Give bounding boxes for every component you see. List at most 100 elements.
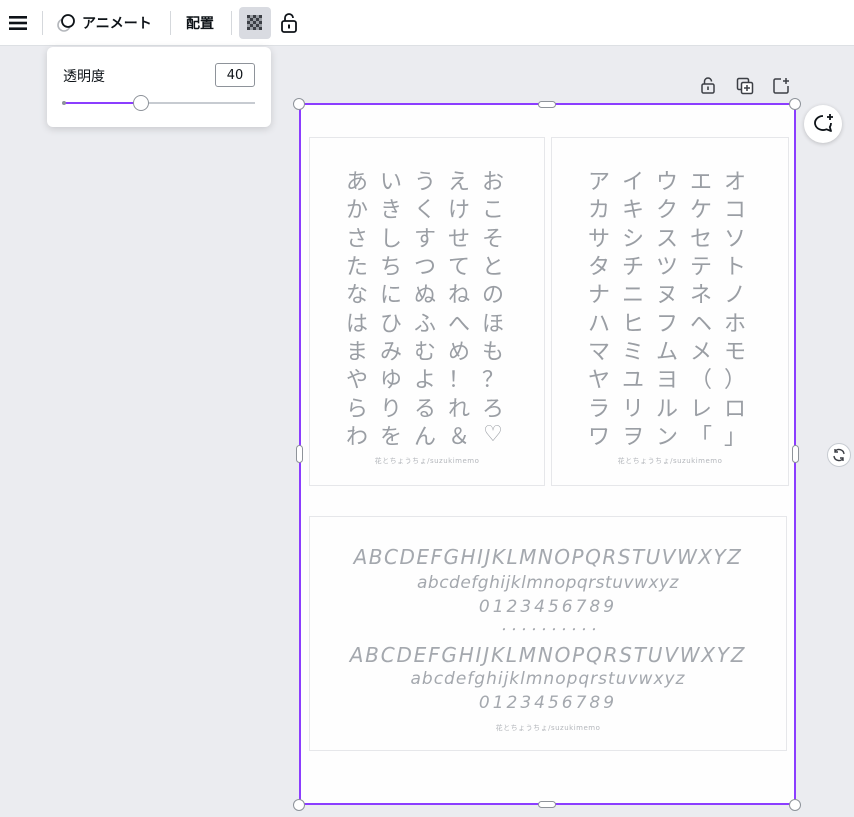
hiragana-char: れ	[447, 396, 470, 422]
design-page[interactable]: あいうえおかきくけこさしすせそたちつてとなにぬねのはひふへほまみむめもやゆよ ！ ？…	[300, 104, 795, 804]
hiragana-char: き	[379, 198, 402, 224]
add-page-button[interactable]	[769, 74, 793, 98]
hiragana-char: あ	[345, 170, 368, 196]
menu-button[interactable]	[8, 0, 28, 46]
hiragana-char: む	[413, 339, 436, 365]
katakana-char: ヘ	[689, 311, 712, 337]
lowercase-line: abcdefghijklmnopqrstuvwxyz	[417, 573, 679, 593]
katakana-char: ニ	[621, 283, 644, 309]
add-page-icon	[773, 78, 789, 94]
uppercase-line-2: ABCDEFGHIJKLMNOPQRSTUVWXYZ	[349, 643, 747, 667]
resize-handle-right[interactable]	[792, 445, 799, 463]
katakana-char: ナ	[587, 283, 610, 309]
katakana-char: タ	[587, 255, 610, 281]
hiragana-char: ♡	[483, 422, 503, 448]
lock-button[interactable]	[279, 0, 299, 46]
credit-text: 花とちょうちょ/suzukimemo	[374, 457, 480, 465]
animate-label: アニメート	[82, 16, 152, 32]
katakana-char: ノ	[723, 283, 746, 309]
page-lock-button[interactable]	[696, 74, 720, 98]
resize-handle-bottom-right[interactable]	[789, 799, 801, 811]
katakana-char: セ	[689, 226, 712, 252]
transparency-value-input[interactable]	[215, 63, 255, 87]
katakana-char: エ	[689, 170, 712, 196]
hiragana-char: ま	[345, 339, 368, 365]
resize-handle-bottom[interactable]	[538, 801, 556, 808]
hiragana-char: さ	[345, 226, 368, 252]
hiragana-char: わ	[345, 424, 368, 450]
resize-handle-bottom-left[interactable]	[293, 799, 305, 811]
katakana-char: ワ	[587, 424, 610, 450]
katakana-char: ル	[655, 396, 678, 422]
hiragana-char: て	[447, 255, 470, 281]
katakana-char: フ	[655, 311, 678, 337]
credit-text: 花とちょうちょ/suzukimemo	[495, 724, 601, 732]
katakana-char: 「	[689, 424, 712, 450]
credit-text: 花とちょうちょ/suzukimemo	[617, 457, 723, 465]
duplicate-page-icon	[736, 77, 754, 95]
animate-button[interactable]: アニメート	[56, 0, 152, 46]
hiragana-char: に	[379, 283, 402, 309]
katakana-char: ケ	[689, 198, 712, 224]
arrange-button[interactable]: 配置	[186, 0, 214, 46]
hiragana-char: も	[481, 339, 504, 365]
slider-thumb[interactable]	[132, 95, 149, 111]
katakana-char: ラ	[587, 396, 610, 422]
rotate-icon	[833, 448, 845, 462]
resize-handle-top[interactable]	[538, 101, 556, 108]
katakana-char: ム	[655, 339, 678, 365]
hiragana-char: ！	[447, 368, 470, 394]
hiragana-char: お	[481, 170, 504, 196]
katakana-char: ウ	[655, 170, 678, 196]
katakana-char: ヤ	[587, 368, 610, 394]
katakana-char: チ	[621, 255, 644, 281]
katakana-char: ミ	[621, 339, 644, 365]
katakana-char: テ	[689, 255, 712, 281]
hiragana-char: り	[379, 396, 402, 422]
hiragana-char: ほ	[481, 311, 504, 337]
rotate-button[interactable]	[827, 443, 851, 467]
hiragana-char: ぬ	[413, 283, 436, 309]
transparency-icon	[247, 15, 262, 30]
resize-handle-top-right[interactable]	[789, 98, 801, 110]
digits-line-2: 0123456789	[478, 693, 618, 713]
hiragana-char: め	[447, 339, 470, 365]
katakana-char: 」	[723, 424, 746, 450]
resize-handle-left[interactable]	[296, 445, 303, 463]
transparency-popup: 透明度	[47, 47, 271, 127]
add-comment-button[interactable]	[804, 105, 842, 143]
latin-panel: ABCDEFGHIJKLMNOPQRSTUVWXYZ abcdefghijklm…	[309, 516, 787, 751]
hiragana-char: ふ	[413, 311, 436, 337]
hiragana-char: ろ	[481, 396, 504, 422]
katakana-char: ヌ	[655, 283, 678, 309]
transparency-label: 透明度	[63, 69, 105, 85]
hiragana-char: な	[345, 283, 368, 309]
katakana-char: リ	[621, 396, 644, 422]
hiragana-char: る	[413, 396, 436, 422]
dots-line: ・・・・・・・・・・	[498, 625, 598, 636]
add-comment-icon	[814, 114, 833, 132]
katakana-char: キ	[621, 198, 644, 224]
digits-line: 0123456789	[478, 597, 618, 617]
transparency-button[interactable]	[239, 7, 271, 39]
page-actions	[696, 74, 796, 98]
arrange-label: 配置	[186, 16, 214, 32]
hiragana-char: よ	[413, 368, 436, 394]
top-toolbar: アニメート 配置	[0, 0, 854, 46]
katakana-char: ソ	[723, 226, 746, 252]
katakana-char: カ	[587, 198, 610, 224]
duplicate-page-button[interactable]	[733, 74, 757, 98]
katakana-char: ロ	[723, 396, 746, 422]
hiragana-char: つ	[413, 255, 436, 281]
lock-icon	[281, 13, 297, 33]
transparency-slider[interactable]	[62, 95, 255, 111]
hiragana-char: こ	[481, 198, 504, 224]
hiragana-char: い	[379, 170, 402, 196]
toolbar-divider	[231, 11, 232, 35]
katakana-char: レ	[689, 396, 712, 422]
resize-handle-top-left[interactable]	[293, 98, 305, 110]
hiragana-char: え	[447, 170, 470, 196]
hiragana-char: へ	[447, 311, 470, 337]
katakana-char: ヨ	[655, 368, 678, 394]
hiragana-char: す	[413, 226, 436, 252]
